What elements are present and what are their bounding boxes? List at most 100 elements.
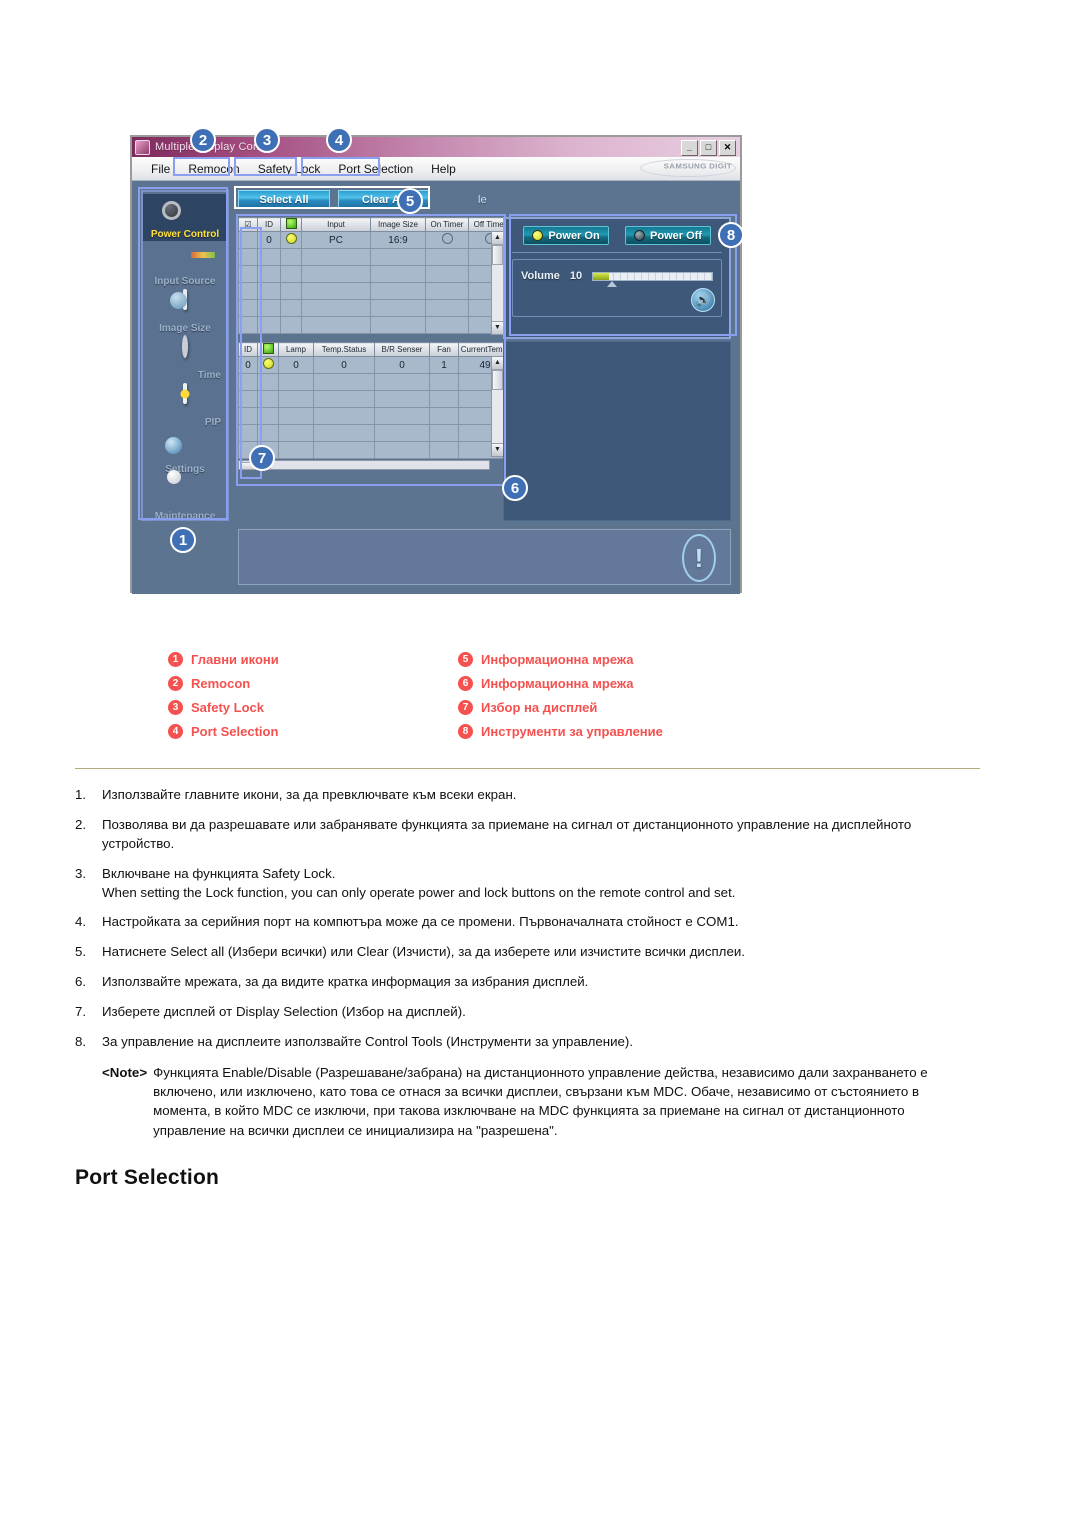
legend-badge: 5 xyxy=(458,652,473,667)
scrollbar-thumb[interactable] xyxy=(492,370,503,390)
note-block: <Note> Функцията Enable/Disable (Разреша… xyxy=(102,1063,980,1140)
minimize-icon[interactable]: _ xyxy=(681,140,698,156)
mdc-screenshot-figure: Multiple Display Control _ □ ✕ File Remo… xyxy=(130,127,746,597)
cell-id xyxy=(257,299,281,317)
time-icon xyxy=(182,335,188,358)
cell-id xyxy=(257,282,281,300)
status-table[interactable]: ID Lamp Temp.Status B/R Senser Fan Curre… xyxy=(238,342,512,459)
speaker-mute-icon[interactable]: 🔊 xyxy=(691,288,715,312)
cell-image-size xyxy=(370,316,426,334)
scroll-up-icon[interactable]: ▲ xyxy=(492,357,503,370)
mdc-application-window: Multiple Display Control _ □ ✕ File Remo… xyxy=(130,135,742,594)
table-row[interactable] xyxy=(238,441,512,459)
sidebar-item-pip[interactable]: PIP xyxy=(143,382,227,429)
row-checkbox[interactable] xyxy=(238,248,258,266)
col-on-timer: On Timer xyxy=(425,217,469,232)
table-row[interactable] xyxy=(238,424,512,442)
cell-lamp xyxy=(278,407,314,425)
table-row[interactable] xyxy=(238,282,512,300)
sidebar-item-maintenance[interactable]: Maintenance xyxy=(143,476,227,523)
callout-5: 5 xyxy=(397,188,423,214)
step-text: Изберете дисплей от Display Selection (И… xyxy=(102,1004,466,1019)
cell-fan xyxy=(429,424,459,442)
table-row[interactable] xyxy=(238,299,512,317)
volume-slider-handle[interactable] xyxy=(607,280,618,287)
close-icon[interactable]: ✕ xyxy=(719,140,736,156)
cell-id: 0 xyxy=(257,231,281,249)
cell-id xyxy=(257,316,281,334)
sidebar-item-time[interactable]: Time xyxy=(143,335,227,382)
table-row[interactable]: 0 0 0 0 1 49 xyxy=(238,356,512,374)
callout-3: 3 xyxy=(254,127,280,153)
step-text: Включване на функцията Safety Lock. When… xyxy=(102,865,736,900)
row-checkbox[interactable] xyxy=(238,265,258,283)
table-row[interactable]: 0 PC 16:9 xyxy=(238,231,512,249)
section-divider xyxy=(75,768,980,769)
sidebar-item-power-control[interactable]: Power Control xyxy=(143,194,227,241)
table-row[interactable] xyxy=(238,373,512,391)
row-checkbox[interactable] xyxy=(238,282,258,300)
cell-image-size xyxy=(370,282,426,300)
maximize-icon[interactable]: □ xyxy=(700,140,717,156)
table-row[interactable] xyxy=(238,265,512,283)
sidebar-item-input-source[interactable]: Input Source xyxy=(143,241,227,288)
list-item: 1. Използвайте главните икони, за да пре… xyxy=(75,786,980,805)
table-row[interactable] xyxy=(238,316,512,334)
cell-fan xyxy=(429,373,459,391)
cell-status-id xyxy=(238,424,258,442)
col-input: Input xyxy=(301,217,371,232)
legend-label: Избор на дисплей xyxy=(481,700,598,715)
cell-image-size xyxy=(370,248,426,266)
cell-input xyxy=(301,265,371,283)
app-icon xyxy=(135,139,150,155)
scroll-down-icon[interactable]: ▼ xyxy=(492,321,503,334)
sidebar-item-image-size[interactable]: Image Size xyxy=(143,288,227,335)
cell-temp-status xyxy=(313,390,375,408)
table-row[interactable] xyxy=(238,248,512,266)
scrollbar-thumb[interactable] xyxy=(492,245,503,265)
menu-item-safety-lock[interactable]: Safety Lock xyxy=(249,161,330,177)
sidebar-item-settings[interactable]: Settings xyxy=(143,429,227,476)
row-checkbox[interactable] xyxy=(238,231,258,249)
volume-slider[interactable] xyxy=(592,271,713,287)
power-off-button[interactable]: Power Off xyxy=(625,226,711,245)
legend-badge: 8 xyxy=(458,724,473,739)
control-tools-panel: Power On Power Off Volume 10 🔊 xyxy=(503,217,731,339)
step-number: 6. xyxy=(75,974,87,990)
cell-id xyxy=(257,265,281,283)
cell-status-led xyxy=(257,407,279,425)
display-table[interactable]: ☑ ID Input Image Size On Timer Off Timer xyxy=(238,217,512,334)
row-checkbox[interactable] xyxy=(238,316,258,334)
information-grid-label: le xyxy=(478,193,487,206)
cell-temp-status xyxy=(313,373,375,391)
status-table-body: 0 0 0 0 1 49 xyxy=(238,356,512,459)
main-icons-sidebar: Power Control Input Source Image Size Ti… xyxy=(141,190,229,523)
menu-item-file[interactable]: File xyxy=(142,161,179,177)
cell-input xyxy=(301,248,371,266)
table-row[interactable] xyxy=(238,407,512,425)
note-label: <Note> xyxy=(102,1064,148,1080)
cell-status-led xyxy=(257,424,279,442)
callout-2: 2 xyxy=(190,127,216,153)
status-table-hscrollbar[interactable] xyxy=(238,460,490,470)
power-on-button[interactable]: Power On xyxy=(523,226,609,245)
col-temp-status: Temp.Status xyxy=(313,342,375,357)
table-row[interactable] xyxy=(238,390,512,408)
cell-br-senser xyxy=(374,373,430,391)
step-number: 4. xyxy=(75,914,87,930)
application-body: Power Control Input Source Image Size Ti… xyxy=(132,181,740,594)
callout-7: 7 xyxy=(249,445,275,471)
menu-item-port-selection[interactable]: Port Selection xyxy=(329,161,422,177)
legend-item-3: 3 Safety Lock xyxy=(168,700,458,715)
window-controls[interactable]: _ □ ✕ xyxy=(681,140,736,156)
select-all-button[interactable]: Select All xyxy=(238,190,330,209)
sidebar-label-pip: PIP xyxy=(204,417,221,428)
col-select-all-checkbox[interactable]: ☑ xyxy=(238,217,258,232)
menu-item-help[interactable]: Help xyxy=(422,161,465,177)
menu-item-remocon[interactable]: Remocon xyxy=(179,161,248,177)
legend-badge: 4 xyxy=(168,724,183,739)
scroll-up-icon[interactable]: ▲ xyxy=(492,232,503,245)
row-checkbox[interactable] xyxy=(238,299,258,317)
legend-item-6: 6 Информационна мрежа xyxy=(458,676,768,691)
scroll-down-icon[interactable]: ▼ xyxy=(492,443,503,456)
